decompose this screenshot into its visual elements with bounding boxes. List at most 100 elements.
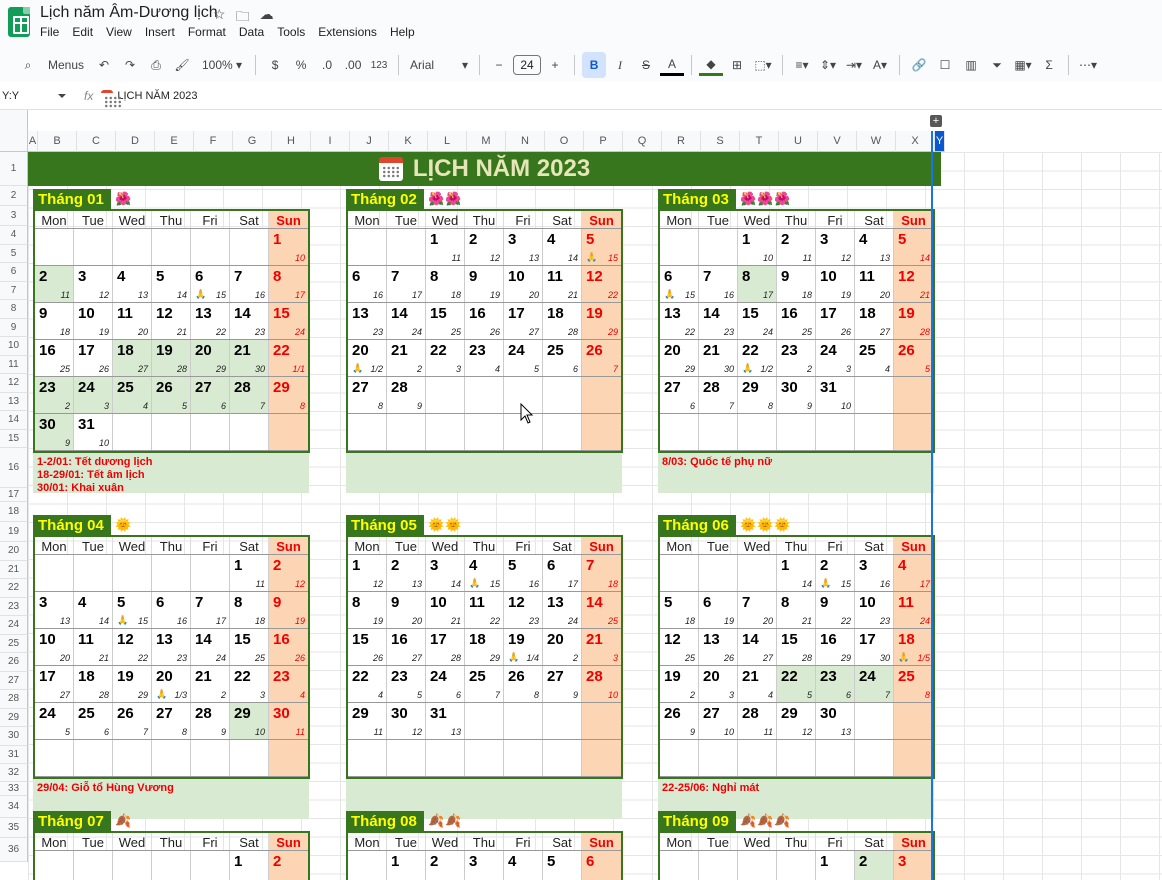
- column-header-p[interactable]: P: [584, 131, 623, 152]
- day-cell[interactable]: 27 8: [152, 703, 191, 739]
- day-cell[interactable]: 7 16: [230, 266, 269, 302]
- day-cell[interactable]: [699, 229, 738, 265]
- day-cell[interactable]: 1 11: [230, 555, 269, 591]
- day-cell[interactable]: 15 28: [777, 629, 816, 665]
- day-cell[interactable]: 9 19: [269, 592, 308, 628]
- day-cell[interactable]: 15 25: [230, 629, 269, 665]
- column-header-h[interactable]: H: [272, 131, 311, 152]
- day-cell[interactable]: 22 1/2 🙏: [738, 340, 777, 376]
- day-cell[interactable]: 3 16: [855, 555, 894, 591]
- day-cell[interactable]: 2 15 🙏: [816, 555, 855, 591]
- day-cell[interactable]: [387, 229, 426, 265]
- row-header-1[interactable]: 1: [0, 152, 28, 186]
- text-rotation-icon[interactable]: A▾: [868, 52, 892, 78]
- day-cell[interactable]: 27 10: [699, 703, 738, 739]
- day-cell[interactable]: 14 24: [387, 303, 426, 339]
- day-cell[interactable]: [660, 555, 699, 591]
- increase-decimal-button[interactable]: .00: [341, 52, 365, 78]
- row-header-30[interactable]: 30: [0, 727, 28, 746]
- zoom-select[interactable]: 100% ▾: [196, 52, 248, 78]
- day-cell[interactable]: [777, 740, 816, 776]
- row-header-28[interactable]: 28: [0, 690, 28, 709]
- menu-extensions[interactable]: Extensions: [318, 25, 384, 39]
- day-cell[interactable]: 5 15 🙏: [113, 592, 152, 628]
- day-cell[interactable]: 21 2: [191, 666, 230, 702]
- day-cell[interactable]: [152, 555, 191, 591]
- row-header-35[interactable]: 35: [0, 818, 28, 838]
- day-cell[interactable]: 16 25: [777, 303, 816, 339]
- day-cell[interactable]: [894, 377, 933, 413]
- day-cell[interactable]: 2: [426, 851, 465, 880]
- day-cell[interactable]: 21 2: [387, 340, 426, 376]
- day-cell[interactable]: 11 22: [465, 592, 504, 628]
- day-cell[interactable]: [894, 740, 933, 776]
- row-header-25[interactable]: 25: [0, 634, 28, 653]
- day-cell[interactable]: [582, 703, 621, 739]
- day-cell[interactable]: [816, 414, 855, 450]
- day-cell[interactable]: 12 22: [582, 266, 621, 302]
- day-cell[interactable]: [855, 740, 894, 776]
- day-cell[interactable]: 15 24: [738, 303, 777, 339]
- day-cell[interactable]: 10 20: [35, 629, 74, 665]
- insert-comment-icon[interactable]: ☐: [933, 52, 957, 78]
- increase-font-size-icon[interactable]: +: [543, 52, 567, 78]
- day-cell[interactable]: 15 26: [348, 629, 387, 665]
- day-cell[interactable]: 2: [269, 851, 308, 880]
- row-header-32[interactable]: 32: [0, 764, 28, 782]
- day-cell[interactable]: 9 18: [777, 266, 816, 302]
- day-cell[interactable]: 17 28: [426, 629, 465, 665]
- day-cell[interactable]: [152, 740, 191, 776]
- day-cell[interactable]: 22 3: [426, 340, 465, 376]
- day-cell[interactable]: [348, 740, 387, 776]
- row-header-16[interactable]: 16: [0, 448, 28, 488]
- italic-icon[interactable]: I: [608, 52, 632, 78]
- day-cell[interactable]: [269, 414, 308, 450]
- day-cell[interactable]: 17 30: [855, 629, 894, 665]
- day-cell[interactable]: 13 26: [699, 629, 738, 665]
- day-cell[interactable]: 17 27: [35, 666, 74, 702]
- day-cell[interactable]: 14 24: [191, 629, 230, 665]
- select-all-corner[interactable]: [0, 110, 28, 152]
- document-title[interactable]: Lịch năm Âm-Dương lịch: [40, 4, 218, 22]
- day-cell[interactable]: 30 12: [387, 703, 426, 739]
- day-cell[interactable]: 4 17: [894, 555, 933, 591]
- day-cell[interactable]: 2 13: [387, 555, 426, 591]
- day-cell[interactable]: 5 15 🙏: [582, 229, 621, 265]
- column-header-j[interactable]: J: [350, 131, 389, 152]
- column-header-t[interactable]: T: [740, 131, 779, 152]
- row-header-3[interactable]: 3: [0, 206, 28, 226]
- day-cell[interactable]: 16 27: [387, 629, 426, 665]
- filter-views-icon[interactable]: ▦▾: [1011, 52, 1035, 78]
- day-cell[interactable]: 30 9: [35, 414, 74, 450]
- day-cell[interactable]: 28 11: [738, 703, 777, 739]
- day-cell[interactable]: 11 20: [113, 303, 152, 339]
- day-cell[interactable]: 20 1/3 🙏: [152, 666, 191, 702]
- day-cell[interactable]: 27 8: [348, 377, 387, 413]
- day-cell[interactable]: [699, 555, 738, 591]
- day-cell[interactable]: [777, 414, 816, 450]
- day-cell[interactable]: 12 21: [152, 303, 191, 339]
- day-cell[interactable]: [465, 377, 504, 413]
- menu-view[interactable]: View: [106, 25, 139, 39]
- day-cell[interactable]: 3 12: [816, 229, 855, 265]
- row-header-34[interactable]: 34: [0, 796, 28, 818]
- day-cell[interactable]: 24 5: [35, 703, 74, 739]
- day-cell[interactable]: 1 12: [348, 555, 387, 591]
- row-header-14[interactable]: 14: [0, 411, 28, 430]
- day-cell[interactable]: 21 30: [699, 340, 738, 376]
- redo-icon[interactable]: ↷: [118, 52, 142, 78]
- day-cell[interactable]: 2 11: [35, 266, 74, 302]
- month-name[interactable]: Tháng 06: [658, 515, 736, 535]
- row-header-19[interactable]: 19: [0, 522, 28, 542]
- day-cell[interactable]: 13 23: [348, 303, 387, 339]
- decrease-decimal-button[interactable]: .0: [315, 52, 339, 78]
- day-cell[interactable]: 23 5: [387, 666, 426, 702]
- day-cell[interactable]: 29 10: [230, 703, 269, 739]
- day-cell[interactable]: 13 22: [191, 303, 230, 339]
- day-cell[interactable]: 19 2: [660, 666, 699, 702]
- decrease-font-size-icon[interactable]: −: [487, 52, 511, 78]
- day-cell[interactable]: [152, 851, 191, 880]
- day-cell[interactable]: 29 8: [269, 377, 308, 413]
- day-cell[interactable]: 3: [465, 851, 504, 880]
- row-header-24[interactable]: 24: [0, 616, 28, 635]
